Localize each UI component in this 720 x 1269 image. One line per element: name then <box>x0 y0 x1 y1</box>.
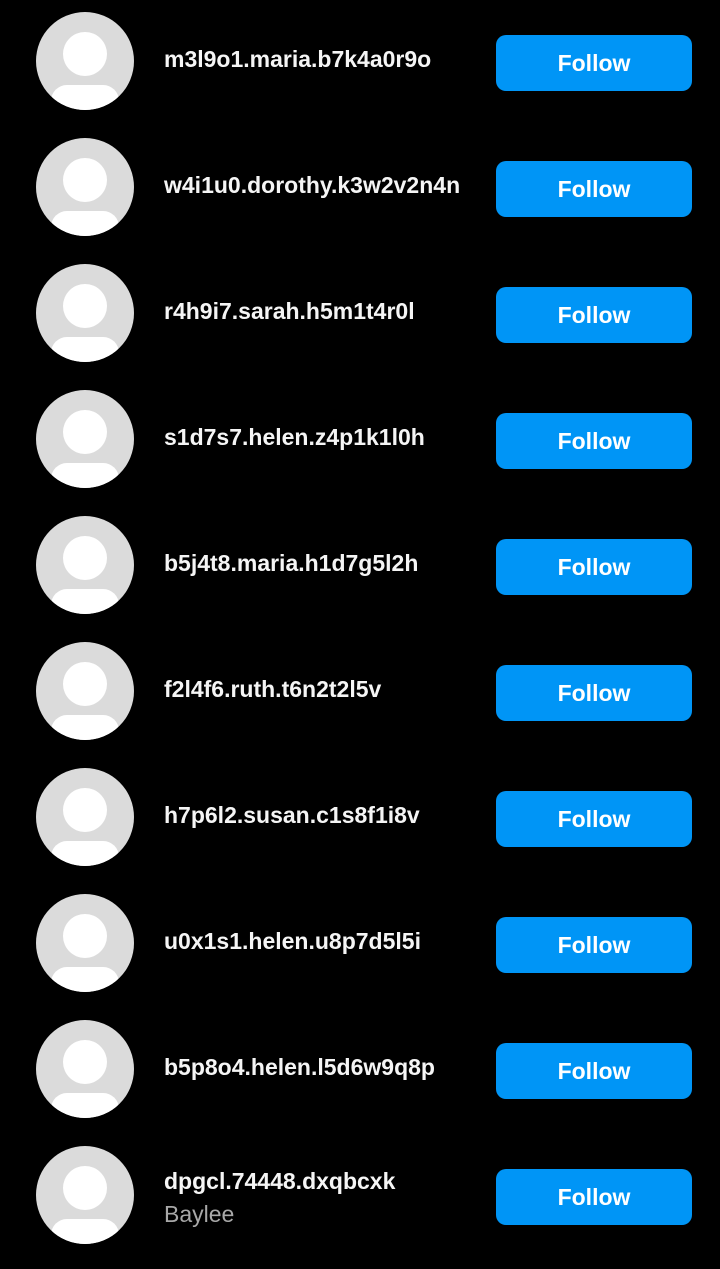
follow-button[interactable]: Follow <box>496 539 692 595</box>
full-name: Baylee <box>164 1201 235 1227</box>
follow-button[interactable]: Follow <box>496 287 692 343</box>
follow-button[interactable]: Follow <box>496 413 692 469</box>
username[interactable]: u0x1s1.helen.u8p7d5l5i <box>164 926 484 956</box>
default-avatar-icon[interactable] <box>36 642 134 740</box>
user-names: h7p6l2.susan.c1s8f1i8v <box>164 800 484 830</box>
user-row[interactable]: b5p8o4.helen.l5d6w9q8p Follow <box>0 1008 720 1134</box>
user-row[interactable]: h7p6l2.susan.c1s8f1i8v Follow <box>0 756 720 882</box>
user-names: m3l9o1.maria.b7k4a0r9o <box>164 44 484 74</box>
username[interactable]: r4h9i7.sarah.h5m1t4r0l <box>164 296 484 326</box>
follow-button[interactable]: Follow <box>496 791 692 847</box>
user-names: w4i1u0.dorothy.k3w2v2n4n <box>164 170 484 200</box>
username[interactable]: w4i1u0.dorothy.k3w2v2n4n <box>164 170 484 200</box>
user-row[interactable]: f2l4f6.ruth.t6n2t2l5v Follow <box>0 630 720 756</box>
default-avatar-icon[interactable] <box>36 768 134 866</box>
default-avatar-icon[interactable] <box>36 1020 134 1118</box>
username[interactable]: s1d7s7.helen.z4p1k1l0h <box>164 422 484 452</box>
username[interactable]: dpgcl.74448.dxqbcxk <box>164 1166 484 1196</box>
user-row[interactable]: r4h9i7.sarah.h5m1t4r0l Follow <box>0 252 720 378</box>
suggested-users-list: m3l9o1.maria.b7k4a0r9o Follow w4i1u0.dor… <box>0 0 720 1269</box>
default-avatar-icon[interactable] <box>36 264 134 362</box>
follow-button[interactable]: Follow <box>496 35 692 91</box>
default-avatar-icon[interactable] <box>36 894 134 992</box>
follow-button[interactable]: Follow <box>496 665 692 721</box>
user-names: dpgcl.74448.dxqbcxk Baylee <box>164 1166 484 1229</box>
user-row[interactable]: s1d7s7.helen.z4p1k1l0h Follow <box>0 378 720 504</box>
username[interactable]: b5p8o4.helen.l5d6w9q8p <box>164 1052 484 1082</box>
username[interactable]: h7p6l2.susan.c1s8f1i8v <box>164 800 484 830</box>
username[interactable]: m3l9o1.maria.b7k4a0r9o <box>164 44 484 74</box>
user-row[interactable]: dpgcl.74448.dxqbcxk Baylee Follow <box>0 1134 720 1260</box>
user-row[interactable]: m3l9o1.maria.b7k4a0r9o Follow <box>0 0 720 126</box>
default-avatar-icon[interactable] <box>36 390 134 488</box>
user-names: b5j4t8.maria.h1d7g5l2h <box>164 548 484 578</box>
user-names: r4h9i7.sarah.h5m1t4r0l <box>164 296 484 326</box>
username[interactable]: f2l4f6.ruth.t6n2t2l5v <box>164 674 484 704</box>
user-row[interactable]: w4i1u0.dorothy.k3w2v2n4n Follow <box>0 126 720 252</box>
follow-button[interactable]: Follow <box>496 161 692 217</box>
follow-button[interactable]: Follow <box>496 1169 692 1225</box>
user-names: b5p8o4.helen.l5d6w9q8p <box>164 1052 484 1082</box>
user-names: f2l4f6.ruth.t6n2t2l5v <box>164 674 484 704</box>
default-avatar-icon[interactable] <box>36 138 134 236</box>
follow-button[interactable]: Follow <box>496 1043 692 1099</box>
default-avatar-icon[interactable] <box>36 12 134 110</box>
default-avatar-icon[interactable] <box>36 1146 134 1244</box>
follow-button[interactable]: Follow <box>496 917 692 973</box>
user-names: s1d7s7.helen.z4p1k1l0h <box>164 422 484 452</box>
user-names: u0x1s1.helen.u8p7d5l5i <box>164 926 484 956</box>
user-row[interactable]: u0x1s1.helen.u8p7d5l5i Follow <box>0 882 720 1008</box>
username[interactable]: b5j4t8.maria.h1d7g5l2h <box>164 548 484 578</box>
user-row[interactable]: b5j4t8.maria.h1d7g5l2h Follow <box>0 504 720 630</box>
default-avatar-icon[interactable] <box>36 516 134 614</box>
